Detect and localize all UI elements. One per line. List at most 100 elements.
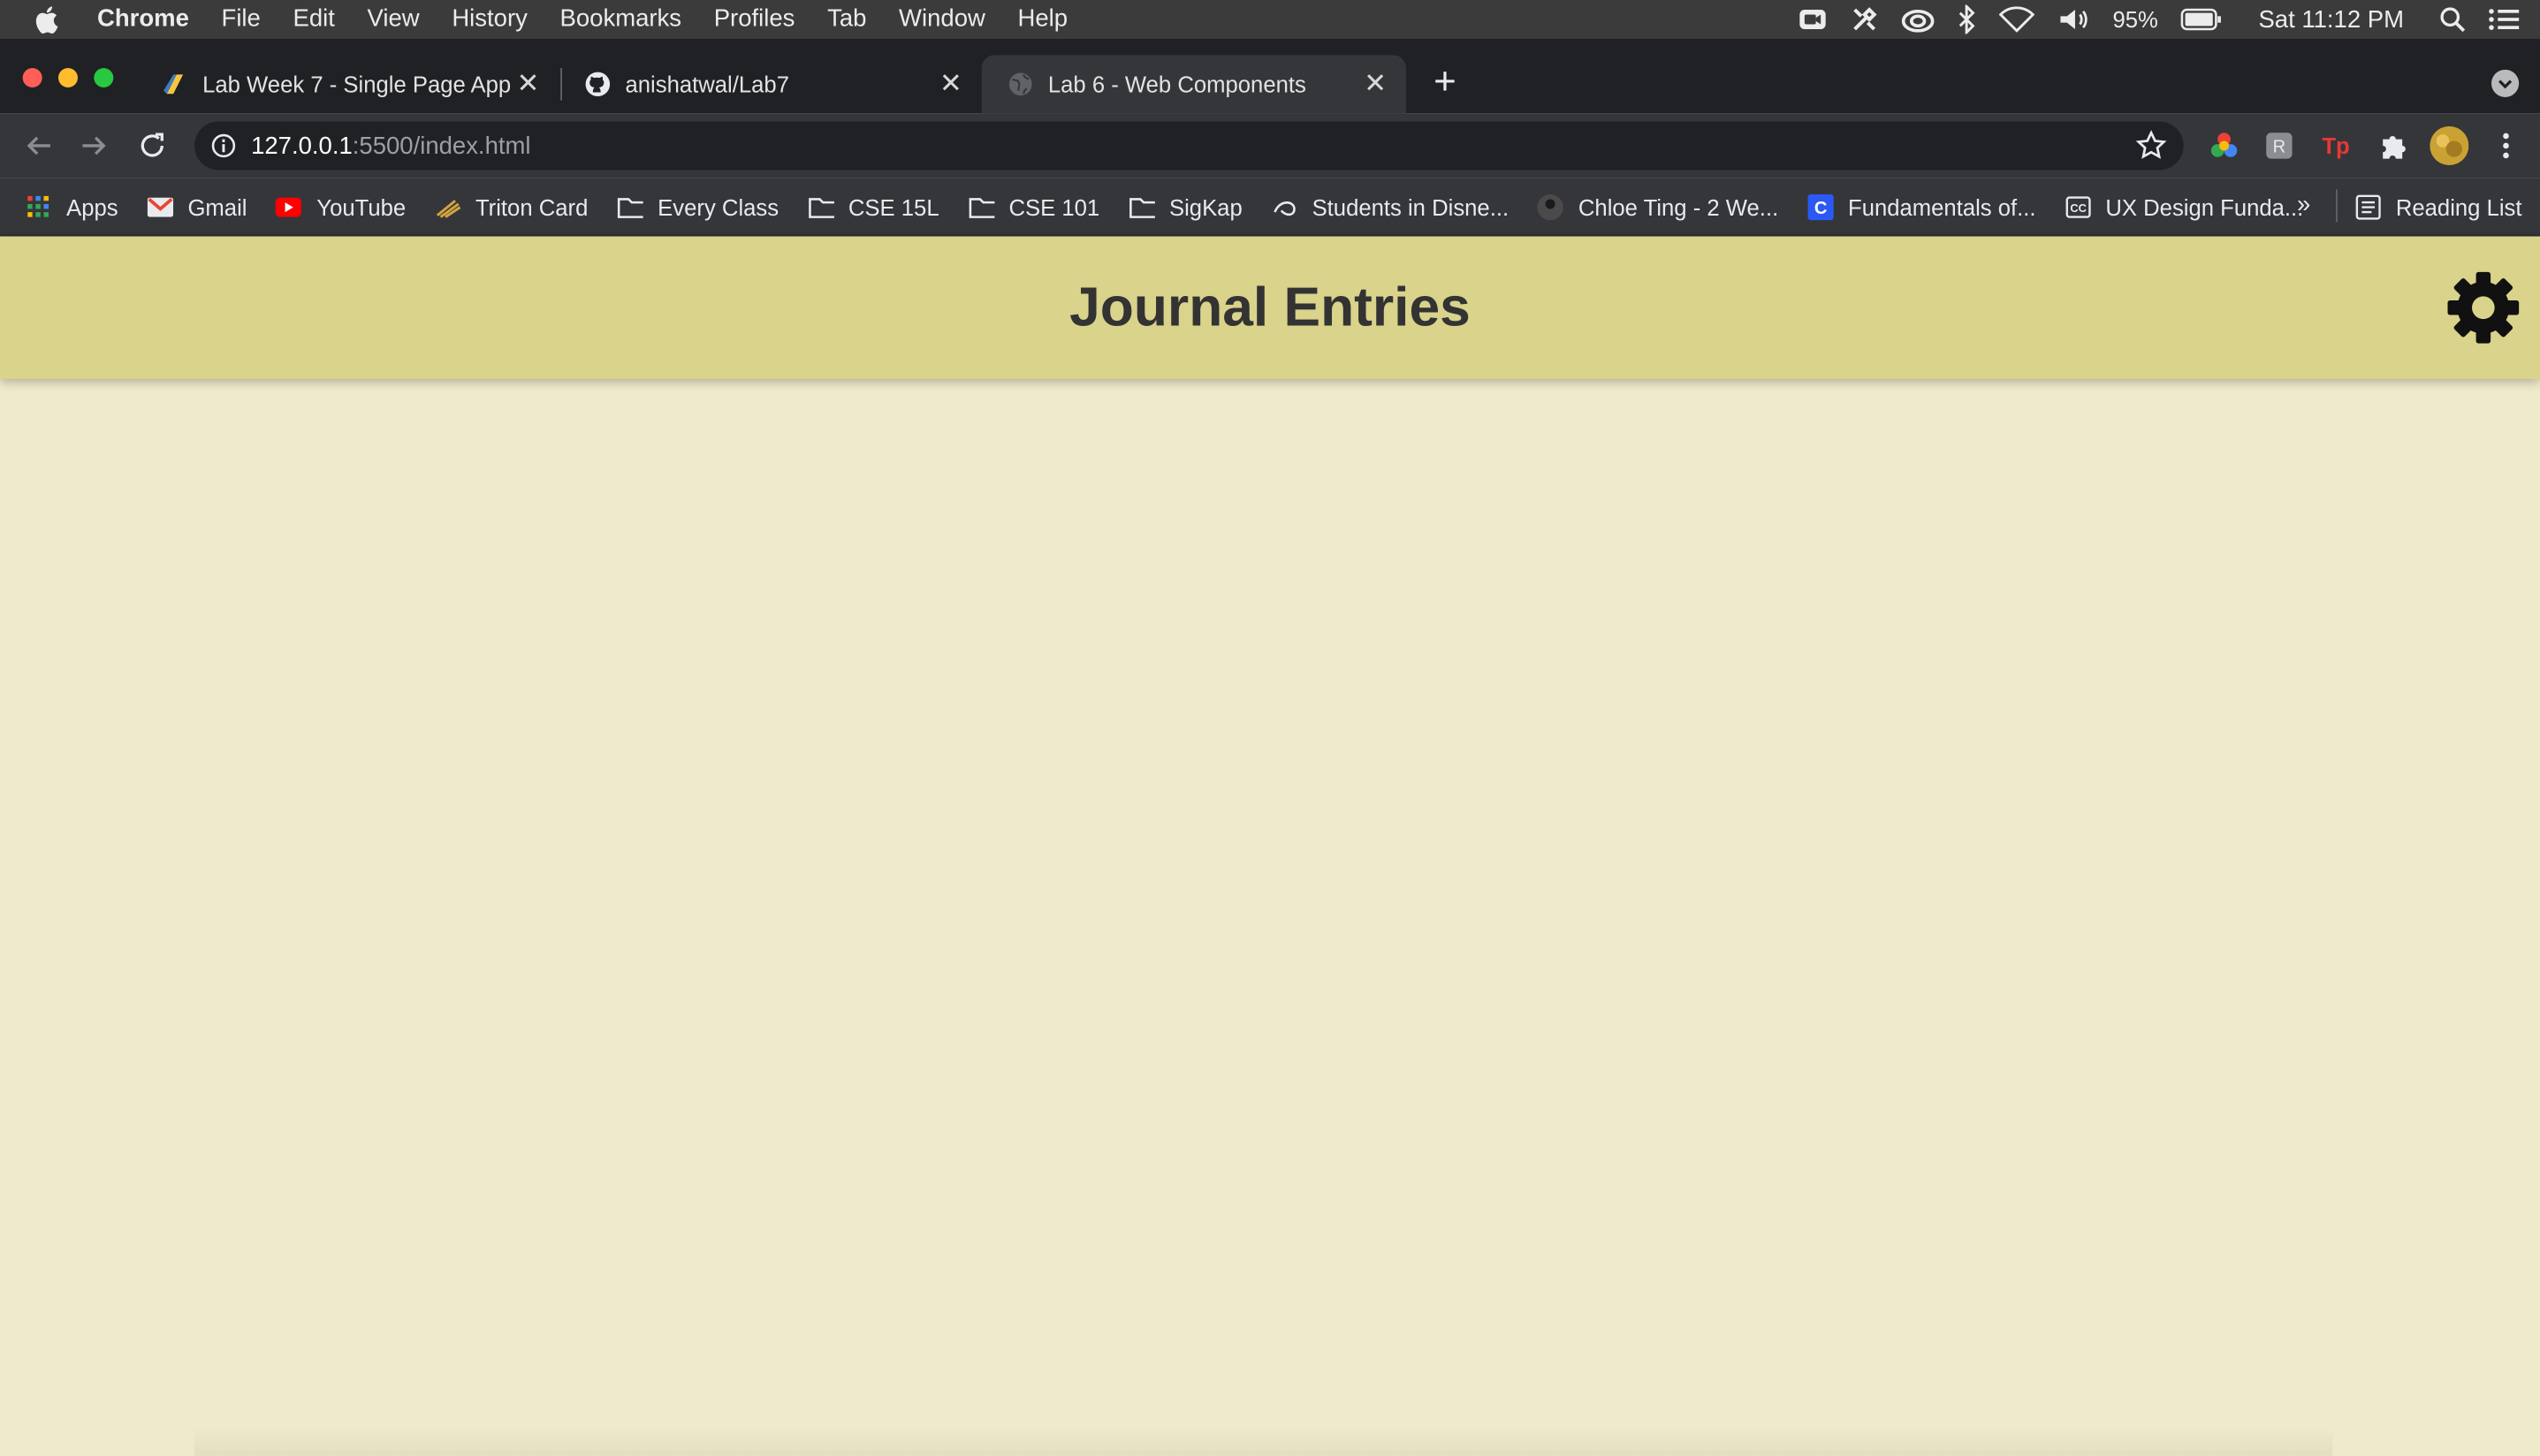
svg-text:Tp: Tp xyxy=(2322,134,2349,159)
volume-icon[interactable] xyxy=(2057,0,2090,39)
tab-search-button[interactable] xyxy=(2491,69,2520,97)
tab-title: Lab 6 - Web Components xyxy=(1047,71,1306,97)
bookmark-triton-card[interactable]: Triton Card xyxy=(435,193,588,219)
bookmark-folder-cse-15l[interactable]: CSE 15L xyxy=(808,193,939,219)
folder-icon xyxy=(1129,193,1155,219)
bookmark-label: Fundamentals of... xyxy=(1848,193,2036,220)
bookmark-label: Chloe Ting - 2 We... xyxy=(1578,193,1779,220)
chrome-menu-icon[interactable] xyxy=(2491,131,2521,160)
minimize-window-button[interactable] xyxy=(57,67,78,87)
menu-history[interactable]: History xyxy=(436,0,544,39)
tab-close-button[interactable]: ✕ xyxy=(1359,68,1392,101)
tab-close-button[interactable]: ✕ xyxy=(935,68,968,101)
macos-menu-bar: Chrome File Edit View History Bookmarks … xyxy=(0,0,2540,39)
page-content: Journal Entries xyxy=(0,236,2540,1456)
menu-file[interactable]: File xyxy=(205,0,277,39)
cc-icon: CC xyxy=(2065,193,2091,219)
new-tab-button[interactable]: + xyxy=(1427,63,1463,102)
bookmark-fundamentals-of[interactable]: C Fundamentals of... xyxy=(1807,193,2036,220)
bookmark-apps[interactable]: Apps xyxy=(26,193,118,219)
creative-cloud-icon[interactable] xyxy=(1902,0,1935,39)
bookmark-label: YouTube xyxy=(316,193,407,220)
menu-help[interactable]: Help xyxy=(1001,0,1084,39)
folder-icon xyxy=(617,193,643,219)
bookmark-folder-every-class[interactable]: Every Class xyxy=(617,193,779,219)
menu-profiles[interactable]: Profiles xyxy=(697,0,810,39)
menu-window[interactable]: Window xyxy=(883,0,1001,39)
url-path: :5500/index.html xyxy=(352,132,531,160)
avatar-icon xyxy=(1538,193,1564,220)
maximize-window-button[interactable] xyxy=(94,67,114,87)
bookmark-star-icon[interactable] xyxy=(2135,130,2168,171)
zoom-icon[interactable] xyxy=(1799,0,1828,39)
youtube-icon xyxy=(276,193,302,219)
bookmark-label: UX Design Funda... xyxy=(2105,193,2304,220)
bookmark-folder-sigkap[interactable]: SigKap xyxy=(1129,193,1243,219)
github-icon xyxy=(585,72,611,97)
bookmark-label: CSE 15L xyxy=(848,193,939,220)
wifi-icon[interactable] xyxy=(1999,0,2035,39)
menu-app-chrome[interactable]: Chrome xyxy=(97,0,205,39)
apps-grid-icon xyxy=(26,193,51,219)
disney-icon xyxy=(1272,193,1297,219)
tab-close-button[interactable]: ✕ xyxy=(512,68,544,101)
back-button[interactable] xyxy=(19,126,58,165)
address-bar[interactable]: 127.0.0.1:5500/index.html xyxy=(194,121,2184,171)
menu-view[interactable]: View xyxy=(351,0,436,39)
site-info-icon[interactable] xyxy=(210,133,236,158)
extensions-puzzle-icon[interactable] xyxy=(2378,131,2407,160)
folder-icon xyxy=(969,193,994,219)
status-area: 95% Sat 11:12 PM xyxy=(1799,0,2521,39)
tab-title: Lab Week 7 - Single Page Appl xyxy=(202,71,513,97)
grammar-extension-icon[interactable]: R xyxy=(2264,131,2293,160)
bookmarks-bar: Apps Gmail YouTube Triton Card Every Cla… xyxy=(0,178,2540,237)
svg-text:C: C xyxy=(1814,198,1828,217)
bookmark-label: Apps xyxy=(66,193,118,220)
reading-list-label: Reading List xyxy=(2395,193,2522,221)
bookmark-label: Triton Card xyxy=(475,193,589,220)
bluetooth-icon[interactable] xyxy=(1957,0,1976,39)
tools-icon[interactable] xyxy=(1851,0,1880,39)
tab-anishatwal-lab7[interactable]: anishatwal/Lab7 ✕ xyxy=(559,55,981,113)
bookmark-folder-cse-101[interactable]: CSE 101 xyxy=(969,193,1100,220)
bookmark-ux-design-funda[interactable]: CC UX Design Funda... xyxy=(2065,193,2304,220)
menu-bookmarks[interactable]: Bookmarks xyxy=(544,0,697,39)
triton-card-icon xyxy=(435,193,460,219)
journal-header: Journal Entries xyxy=(0,236,2540,379)
menu-edit[interactable]: Edit xyxy=(277,0,351,39)
svg-text:R: R xyxy=(2273,137,2286,156)
tab-lab-week-7[interactable]: Lab Week 7 - Single Page Appl ✕ xyxy=(136,55,559,113)
apple-menu-icon[interactable] xyxy=(0,0,97,39)
bookmark-label: Every Class xyxy=(658,193,779,220)
settings-gear-icon[interactable] xyxy=(2446,270,2521,345)
bookmark-chloe-ting[interactable]: Chloe Ting - 2 We... xyxy=(1538,193,1779,220)
screen: Chrome File Edit View History Bookmarks … xyxy=(0,0,2540,1456)
globe-icon xyxy=(1008,72,1033,97)
bookmark-gmail[interactable]: Gmail xyxy=(147,193,247,220)
battery-percent: 95% xyxy=(2112,6,2158,33)
folder-icon xyxy=(808,193,834,219)
spotlight-search-icon[interactable] xyxy=(2439,0,2466,39)
close-window-button[interactable] xyxy=(22,67,42,87)
teleparty-extension-icon[interactable]: Tp xyxy=(2322,131,2351,160)
entries-container xyxy=(194,1426,2333,1456)
color-picker-extension-icon[interactable] xyxy=(2209,131,2239,160)
tab-lab-6-web-components[interactable]: Lab 6 - Web Components ✕ xyxy=(981,55,1406,114)
reading-list-button[interactable]: Reading List xyxy=(2355,178,2522,237)
bookmark-label: Gmail xyxy=(187,193,247,220)
bookmark-label: CSE 101 xyxy=(1008,193,1100,220)
browser-toolbar: 127.0.0.1:5500/index.html R Tp xyxy=(0,113,2540,178)
bookmarks-overflow-button[interactable]: » xyxy=(2297,191,2310,218)
bookmarks-divider xyxy=(2336,189,2338,223)
menu-tab[interactable]: Tab xyxy=(811,0,883,39)
control-center-list-icon[interactable] xyxy=(2488,0,2521,39)
clock[interactable]: Sat 11:12 PM xyxy=(2258,5,2404,33)
forward-button[interactable] xyxy=(74,126,113,165)
battery-icon[interactable] xyxy=(2180,0,2223,39)
bookmark-youtube[interactable]: YouTube xyxy=(276,193,406,219)
lightning-favicon-icon xyxy=(162,72,187,97)
svg-text:CC: CC xyxy=(2070,201,2087,214)
bookmark-students-in-disney[interactable]: Students in Disne... xyxy=(1272,193,1509,219)
profile-avatar[interactable] xyxy=(2430,125,2469,165)
reload-button[interactable] xyxy=(133,126,171,165)
